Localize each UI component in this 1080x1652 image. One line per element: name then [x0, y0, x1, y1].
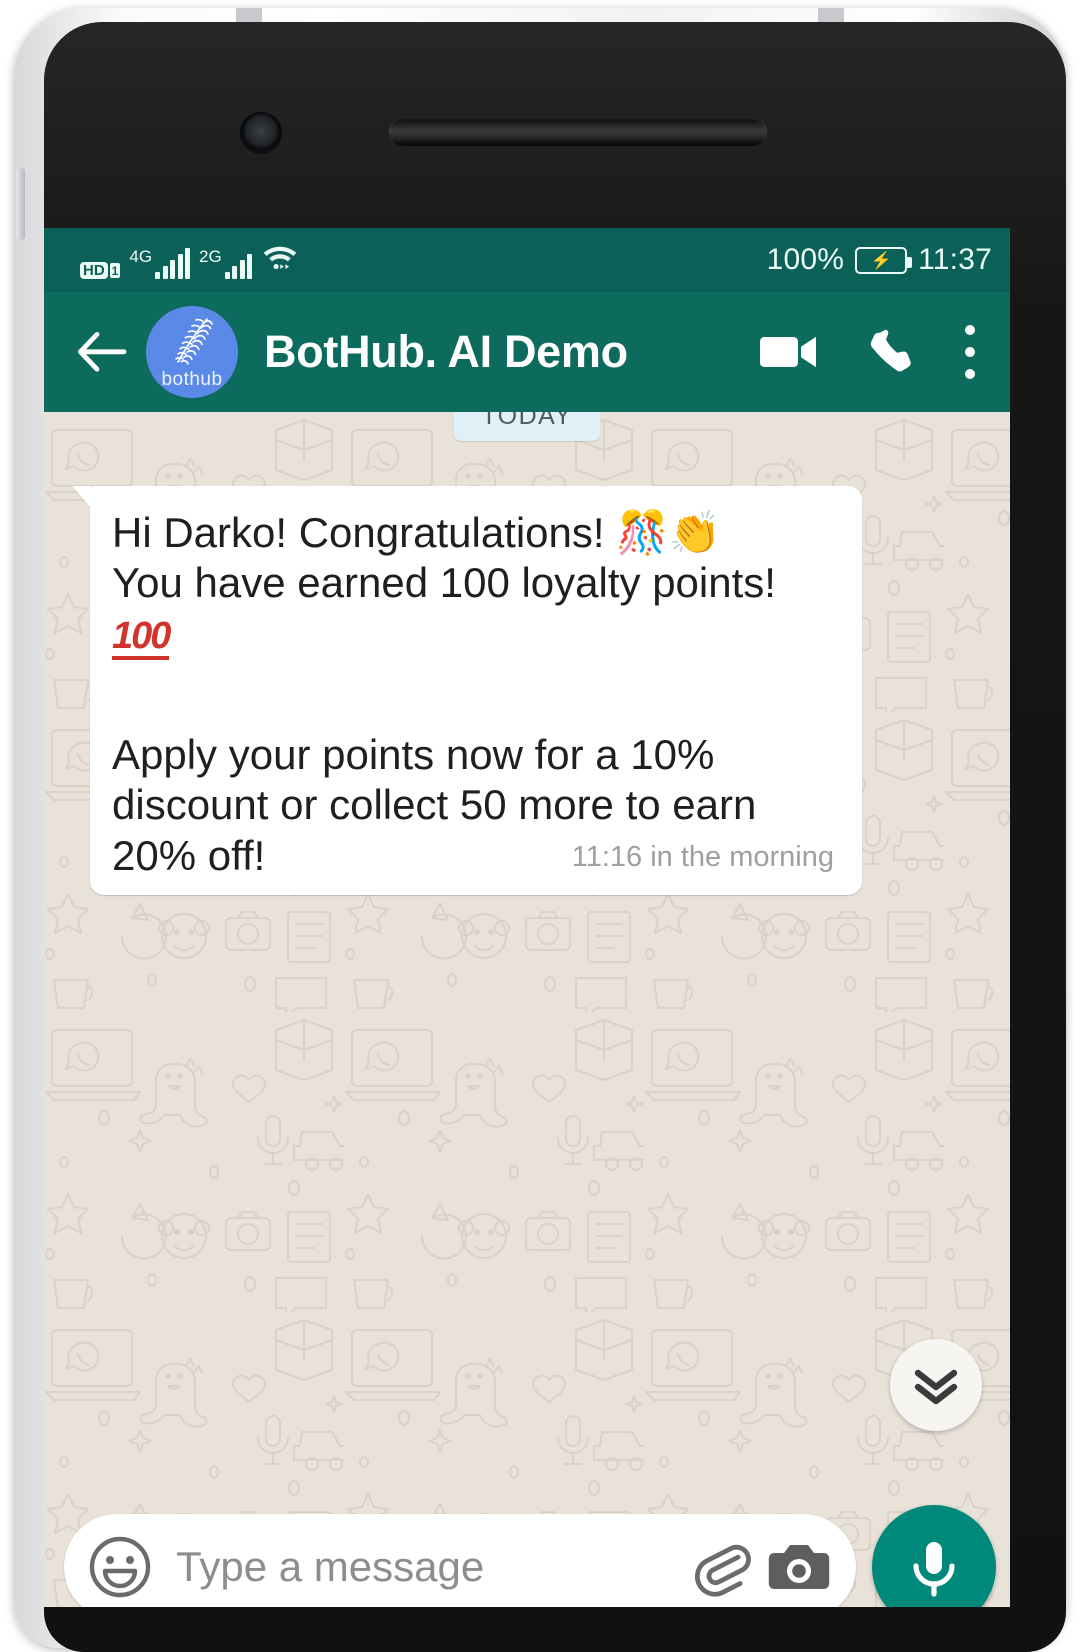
back-button[interactable] — [74, 324, 130, 380]
message-input[interactable]: Type a message — [176, 1543, 676, 1591]
status-bar-right: 100% ⚡ 11:37 — [767, 243, 992, 277]
chat-message-area[interactable]: TODAY Hi Darko! Congratulations! 🎊👏 You h… — [44, 412, 1010, 1607]
chat-app-bar: bothub BotHub. AI Demo — [44, 292, 1010, 412]
front-camera — [240, 112, 282, 154]
hundred-points-emoji: 100 — [112, 617, 171, 660]
signal-2g-icon: 2G — [199, 246, 253, 279]
earpiece-speaker — [389, 118, 767, 146]
attach-button[interactable] — [692, 1537, 752, 1597]
voice-record-button[interactable] — [872, 1505, 996, 1607]
clap-emoji: 👏 — [668, 508, 721, 557]
voice-call-button[interactable] — [864, 326, 916, 378]
confetti-emoji: 🎊 — [616, 508, 669, 557]
back-arrow-icon — [78, 332, 127, 372]
hd-label: HD — [80, 261, 108, 279]
message-input-pill[interactable]: Type a message — [64, 1514, 856, 1607]
more-vertical-icon — [965, 325, 975, 379]
microphone-icon — [913, 1542, 955, 1597]
camera-icon — [768, 1545, 830, 1589]
signal-4g-icon: 4G — [129, 246, 191, 279]
message-line-1: Hi Darko! Congratulations! — [112, 509, 617, 556]
fern-leaf-icon — [175, 318, 213, 365]
sim-label: 1 — [109, 262, 121, 278]
emoji-smiley-icon — [89, 1536, 151, 1598]
camera-button[interactable] — [768, 1541, 830, 1593]
date-separator-chip: TODAY — [453, 412, 601, 441]
side-button-left[interactable] — [16, 168, 25, 240]
message-body: Hi Darko! Congratulations! 🎊👏 You have ea… — [112, 508, 836, 660]
emoji-button[interactable] — [88, 1535, 152, 1599]
network-label-2g: 2G — [199, 246, 222, 266]
overflow-menu-button[interactable] — [960, 321, 980, 383]
message-composer: Type a message — [44, 1505, 1010, 1607]
wifi-icon — [261, 242, 299, 277]
app-bar-actions — [758, 321, 988, 383]
video-camera-icon — [760, 336, 816, 368]
phone-screen: HD 1 4G 2G 100% ⚡ 11:37 bothub BotHub. A… — [44, 228, 1010, 1607]
message-line-2: You have earned 100 loyalty points! — [112, 559, 776, 607]
message-timestamp: 11:16 in the morning — [571, 840, 834, 873]
phone-icon — [870, 329, 911, 372]
avatar[interactable]: bothub — [146, 306, 238, 398]
battery-percent-label: 100% — [766, 243, 845, 276]
status-bar-left: HD 1 4G 2G — [80, 242, 299, 279]
network-label-4g: 4G — [129, 246, 153, 266]
status-bar: HD 1 4G 2G 100% ⚡ 11:37 — [44, 228, 1010, 292]
chat-bubble-incoming[interactable]: Hi Darko! Congratulations! 🎊👏 You have ea… — [90, 486, 862, 895]
battery-charging-icon: ⚡ — [855, 246, 913, 274]
hd-voice-icon: HD 1 — [80, 261, 121, 279]
video-call-button[interactable] — [758, 330, 820, 374]
chat-title[interactable]: BotHub. AI Demo — [264, 326, 628, 378]
double-chevron-down-icon — [914, 1369, 958, 1405]
clock-label: 11:37 — [918, 243, 992, 276]
paperclip-icon — [694, 1544, 751, 1597]
avatar-brand-label: bothub — [161, 369, 223, 390]
scroll-to-bottom-button[interactable] — [890, 1339, 982, 1431]
